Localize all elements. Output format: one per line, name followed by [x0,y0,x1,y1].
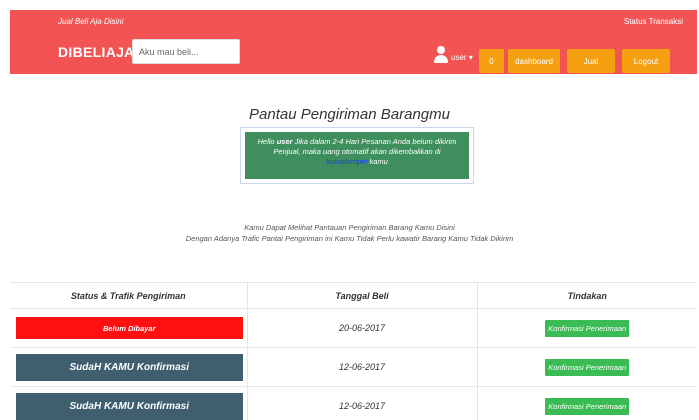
alert-suffix: kamu [367,157,388,166]
jual-button[interactable]: Jual [567,49,615,73]
user-menu-label: user ▾ [451,53,473,62]
info-line-1: Kamu Dapat Melihat Pantauan Pengiriman B… [244,223,455,232]
refund-alert-message: Hello user Jika dalam 2-4 Hari Pesanan A… [245,132,469,179]
cart-count-button[interactable]: 0 [479,49,504,73]
status-cell: SudaH KAMU Konfirmasi [10,347,247,387]
status-transaksi-link[interactable]: Status Transaksi [624,17,683,26]
bukadompet-link[interactable]: bukadompet [326,157,367,166]
status-badge: SudaH KAMU Konfirmasi [16,392,243,420]
action-cell: Konfirmasi Penerimaan [476,308,697,348]
date-cell: 20-06-2017 [246,308,477,348]
table-row: SudaH KAMU Konfirmasi 12-06-2017 Konfirm… [10,347,697,387]
column-header-date: Tanggal Beli [246,282,477,309]
status-cell: SudaH KAMU Konfirmasi [10,386,247,420]
status-badge: SudaH KAMU Konfirmasi [16,353,243,381]
alert-hello: Hello [257,137,277,146]
brand-logo[interactable]: DIBELIAJA [58,44,135,60]
status-badge: Belum Dibayar [16,317,243,339]
confirm-receipt-button[interactable]: Konfirmasi Penerimaan [545,397,630,415]
user-menu[interactable]: user ▾ [433,44,473,64]
action-cell: Konfirmasi Penerimaan [476,386,697,420]
alert-username: user [276,137,293,146]
table-header-row: Status & Trafik Pengiriman Tanggal Beli … [10,282,697,309]
confirm-receipt-button[interactable]: Konfirmasi Penerimaan [545,319,630,337]
action-cell: Konfirmasi Penerimaan [476,347,697,387]
page-title: Pantau Pengiriman Barangmu [249,106,450,123]
refund-alert: Hello user Jika dalam 2-4 Hari Pesanan A… [240,127,474,184]
table-row: SudaH KAMU Konfirmasi 12-06-2017 Konfirm… [10,386,697,420]
user-icon [433,46,449,64]
confirm-receipt-button[interactable]: Konfirmasi Penerimaan [545,358,630,376]
shipment-tracking-table: Status & Trafik Pengiriman Tanggal Beli … [10,282,697,420]
date-cell: 12-06-2017 [246,347,477,387]
logout-button[interactable]: Logout [622,49,670,73]
alert-text: Jika dalam 2-4 Hari Pesanan Anda belum d… [273,137,457,156]
status-cell: Belum Dibayar [10,308,247,348]
column-header-status: Status & Trafik Pengiriman [10,282,247,309]
dashboard-button[interactable]: dashboard [508,49,560,73]
site-tagline: Jual Beli Aja Disini [58,17,124,26]
column-header-action: Tindakan [476,282,697,309]
table-row: Belum Dibayar 20-06-2017 Konfirmasi Pene… [10,308,697,348]
search-input[interactable] [132,39,240,64]
info-line-2: Dengan Adanya Trafic Pantai Pengiriman i… [185,234,514,243]
top-navbar: Jual Beli Aja Disini Status Transaksi DI… [10,10,697,74]
date-cell: 12-06-2017 [246,386,477,420]
